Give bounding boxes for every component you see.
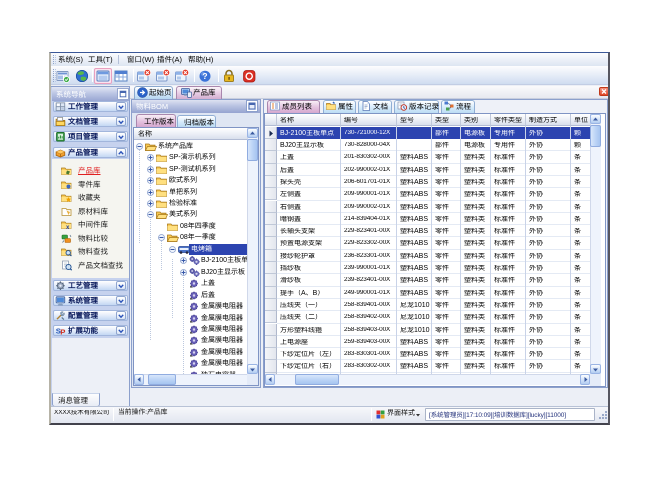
svg-text:?: ? — [202, 71, 207, 81]
svg-text:P: P — [60, 328, 65, 336]
